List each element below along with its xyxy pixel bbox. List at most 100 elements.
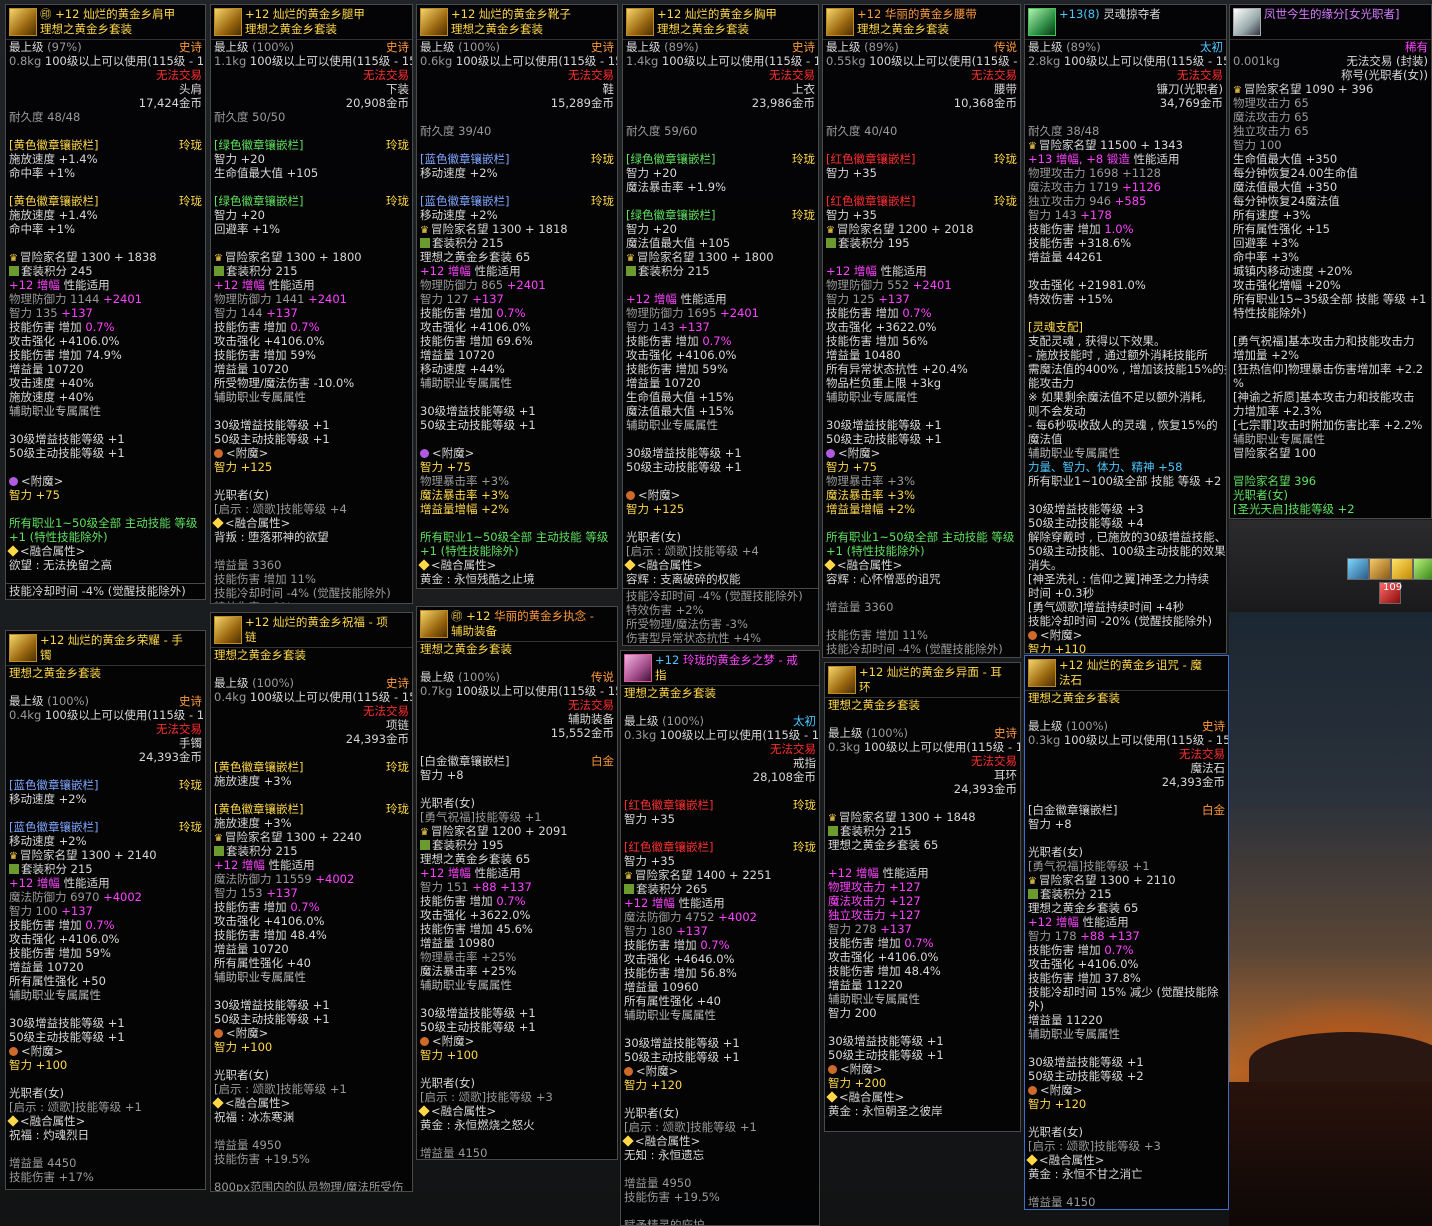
tooltip-line: 技能伤害 增加 0.7% <box>623 334 818 348</box>
item-icon[interactable] <box>624 654 652 682</box>
tooltip-line: 24,393金币 <box>825 782 1020 796</box>
tooltip-text: 物理攻击力 +127 <box>828 880 921 894</box>
tooltip-line <box>1025 488 1226 502</box>
tooltip-line: ♛ 冒险家名望 1300 + 1848 <box>825 810 1020 824</box>
fusion-diamond-icon <box>212 517 224 529</box>
tooltip-line <box>623 194 818 208</box>
skill-slot-icon[interactable] <box>1391 558 1413 580</box>
tooltip-text: +4002 <box>103 890 142 904</box>
tooltip-line: 魔法攻击力 1719 +1126 <box>1025 180 1226 194</box>
tooltip-text: 冒险家名望 11500 + 1343 <box>1038 138 1183 152</box>
tooltip-line: 魔法防御力 6970 +4002 <box>6 890 205 904</box>
item-name: +12 灿烂的黄金乡诅咒 - 魔 <box>1059 658 1202 672</box>
tooltip-text: 称号(光职者(女)) <box>1341 68 1428 82</box>
tooltip-text: 物理攻击力 1698 +1128 <box>1028 166 1161 180</box>
tooltip-text: 智力 100 <box>9 904 62 918</box>
tooltip-text: 辅助职业专属属性 <box>1233 432 1325 446</box>
tooltip-line <box>623 278 818 292</box>
tooltip-line: [黄色徽章镶嵌栏] 玲珑 <box>6 138 205 152</box>
tooltip-line: 技能伤害 +14.5% <box>1025 1209 1228 1210</box>
tooltip-line: ♛ 冒险家名望 11500 + 1343 <box>1025 138 1226 152</box>
tooltip-text: 移动速度 +2% <box>9 834 87 848</box>
tooltip-text: +12 增幅 <box>420 264 475 278</box>
tooltip-line: 伤害型异常状态抗性 +4% <box>623 631 818 645</box>
item-icon[interactable] <box>826 8 854 36</box>
item-icon[interactable] <box>828 666 856 694</box>
tooltip-line <box>417 110 617 124</box>
tooltip-text: 技能伤害 增加 <box>624 938 701 952</box>
tooltip-text: 太初 <box>793 714 816 728</box>
skill-slot-icon[interactable] <box>1347 558 1369 580</box>
tooltip-line: 时间 +0.3秒 <box>1025 586 1226 600</box>
item-icon[interactable] <box>214 616 242 644</box>
tooltip-line: [蓝色徽章镶嵌栏] 玲珑 <box>6 778 205 792</box>
tooltip-line: 30级增益技能等级 +1 <box>417 1006 617 1020</box>
tooltip-line: 0.55kg 100级以上可以使用(115级 - 15) <box>823 54 1020 68</box>
tooltip-line: +12 增幅 性能适用 <box>417 866 617 880</box>
item-icon[interactable] <box>1028 8 1056 36</box>
tooltip-text: [启示 : 颂歌]技能等级 +1 <box>214 1082 347 1096</box>
item-icon[interactable] <box>9 8 37 36</box>
tooltip-text: 辅助职业专属属性 <box>420 376 512 390</box>
tooltip-text: 命中率 +1% <box>9 222 76 236</box>
tooltip-line: 最上级 (89%) 太初 <box>1025 40 1226 54</box>
tooltip-line: 光职者(女) <box>211 488 412 502</box>
tooltip-line: 1.4kg 100级以上可以使用(115级 - 15) <box>623 54 818 68</box>
tooltip-line: 技能伤害 增加 0.7% <box>211 900 412 914</box>
item-icon[interactable] <box>214 8 242 36</box>
tooltip-line: 技能冷却时间 -20% (觉醒技能除外) <box>1025 614 1226 628</box>
tooltip-text: 增益量 4150 <box>420 1146 488 1160</box>
tooltip-text: 项链 <box>386 718 409 732</box>
tooltip-text: 魔法值 <box>1028 432 1063 446</box>
tooltip-line: 攻击强化 +4646.0% <box>621 952 819 966</box>
tooltip-line: 智力 +8 <box>417 768 617 782</box>
tooltip-line: 攻击强化 +4106.0% <box>211 334 412 348</box>
tooltip-text: 技能伤害 增加 59% <box>626 362 728 376</box>
tooltip-line: 施放速度 +3% <box>211 816 412 830</box>
tooltip-text: 15,289金币 <box>550 96 614 110</box>
tooltip-text: 攻击强化 +4106.0% <box>1028 957 1139 971</box>
tooltip-text: 特性技能除外) <box>1233 306 1307 320</box>
skill-slot-icon[interactable] <box>1369 558 1391 580</box>
tooltip-text: 理想之黄金乡套装 65 <box>1028 901 1139 915</box>
tooltip-line: 智力 +20 <box>623 166 818 180</box>
tooltip-text: 技能冷却时间 -4% (觉醒技能除外) <box>9 584 186 598</box>
item-icon[interactable] <box>1233 8 1261 36</box>
tooltip-text: 2.8kg <box>1028 54 1064 68</box>
tooltip-line: 所有属性强化 +40 <box>211 956 412 970</box>
tooltip-text: 10,368金币 <box>953 96 1017 110</box>
tooltip-text: 理想之黄金乡套装 <box>828 698 920 712</box>
tooltip-line: 智力 100 +137 <box>6 904 205 918</box>
tooltip-line: <附魔> <box>623 488 818 502</box>
tooltip-text: 100级以上可以使用(115级 - 15) <box>249 690 412 704</box>
tooltip-line <box>6 460 205 474</box>
tooltip-header: +12 玲珑的黄金乡之梦 - 戒指 <box>621 651 819 686</box>
tooltip-text: 生命值最大值 +105 <box>214 166 319 180</box>
skill-slot-icon[interactable] <box>1413 558 1432 580</box>
item-icon[interactable] <box>1028 659 1056 687</box>
tooltip-text: 玲珑 <box>793 798 816 812</box>
tooltip-text: [启示 : 颂歌]技能等级 +4 <box>214 502 347 516</box>
tooltip-line: 套装积分 245 <box>6 264 205 278</box>
tooltip-text: 50级主动技能等级 +1 <box>624 1050 740 1064</box>
item-icon[interactable] <box>420 8 448 36</box>
tooltip-text: 30级增益技能等级 +1 <box>624 1036 740 1050</box>
fame-icon: ♛ <box>624 871 633 882</box>
tooltip-line: 最上级 (89%) 史诗 <box>623 40 818 54</box>
tooltip-text: 冒险家名望 396 <box>1233 474 1317 488</box>
tooltip-line: 智力 +35 <box>621 812 819 826</box>
tooltip-line: 背叛 : 堕落邪神的欲望 <box>211 530 412 544</box>
tooltip-text: 智力 +75 <box>826 460 877 474</box>
item-name-part: +12 灿烂的黄金乡靴子 <box>451 7 571 21</box>
tooltip-line: 套装积分 215 <box>417 236 617 250</box>
tooltip-text: 套装积分 215 <box>226 264 298 278</box>
tooltip-text: 100级以上可以使用(115级 - 15) <box>661 54 818 68</box>
tooltip-text: 性能适用 <box>678 896 725 910</box>
tooltip-text: 50级主动技能、100级主动技能的效果 <box>1028 544 1226 558</box>
tooltip-text: [黄色徽章镶嵌栏] <box>214 802 304 816</box>
item-icon[interactable] <box>420 610 448 638</box>
tooltip-text: 魔法攻击力 65 <box>1233 110 1309 124</box>
tooltip-line: 光职者(女) <box>1025 845 1228 859</box>
item-icon[interactable] <box>626 8 654 36</box>
item-icon[interactable] <box>9 634 37 662</box>
